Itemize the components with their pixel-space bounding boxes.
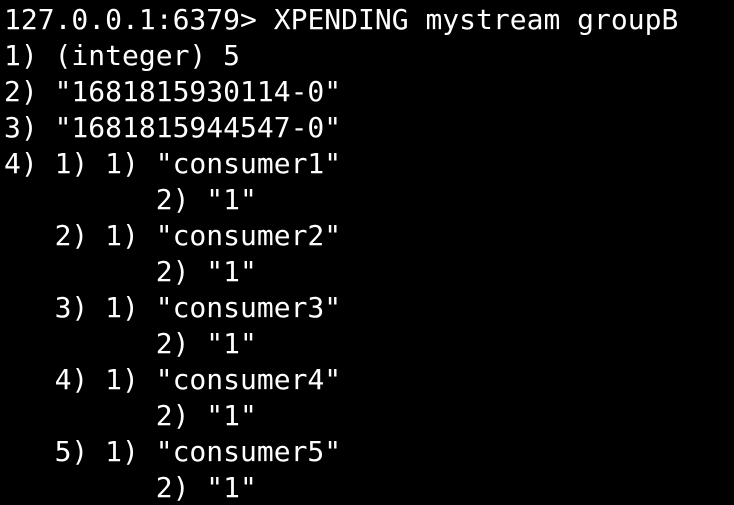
output-line: 2) "1681815930114-0" [4, 75, 342, 108]
terminal-window[interactable]: 127.0.0.1:6379> XPENDING mystream groupB… [0, 0, 734, 505]
output-line: 1) (integer) 5 [4, 39, 241, 72]
output-line: 2) "1" [4, 471, 257, 504]
prompt: 127.0.0.1:6379> [4, 3, 257, 36]
output-line: 2) "1" [4, 327, 257, 360]
output-line: 4) 1) "consumer4" [4, 363, 342, 396]
output-line: 2) 1) "consumer2" [4, 219, 342, 252]
output-line: 3) "1681815944547-0" [4, 111, 342, 144]
output-line: 2) "1" [4, 183, 257, 216]
output-line: 3) 1) "consumer3" [4, 291, 342, 324]
output-line: 5) 1) "consumer5" [4, 435, 342, 468]
prompt-line: 127.0.0.1:6379> XPENDING mystream groupB [4, 2, 734, 38]
output-line: 2) "1" [4, 255, 257, 288]
output-line: 4) 1) 1) "consumer1" [4, 147, 342, 180]
command-text: XPENDING mystream groupB [273, 3, 679, 36]
output-line: 2) "1" [4, 399, 257, 432]
